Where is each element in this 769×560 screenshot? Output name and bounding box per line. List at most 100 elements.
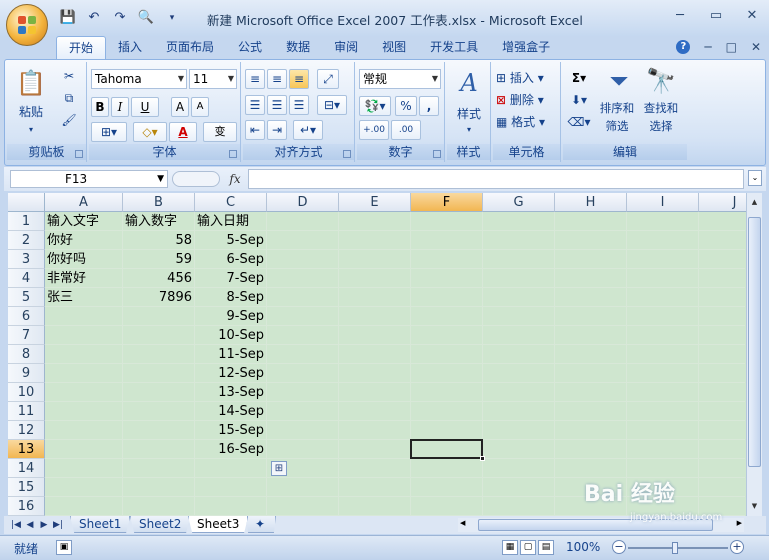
bold-button[interactable]: B	[91, 97, 109, 117]
clipboard-launcher-icon[interactable]	[75, 150, 83, 158]
sort-filter-icon[interactable]: ⏷	[601, 64, 637, 98]
tab-developer[interactable]: 开发工具	[418, 36, 490, 60]
row-header-10[interactable]: 10	[8, 383, 45, 402]
decrease-decimal-button[interactable]: .00	[391, 120, 421, 140]
paste-icon[interactable]: 📋	[13, 66, 49, 100]
tab-data[interactable]: 数据	[274, 36, 322, 60]
font-size-combo[interactable]: 11 ▼	[189, 69, 237, 89]
maximize-button[interactable]: ▭	[709, 8, 723, 23]
insert-sheet-icon[interactable]: ✦	[246, 516, 276, 533]
font-name-combo[interactable]: Tahoma ▼	[91, 69, 187, 89]
column-header-g[interactable]: G	[483, 193, 555, 212]
autosum-icon[interactable]: Σ▾	[565, 68, 593, 88]
next-sheet-icon[interactable]: ▶	[38, 518, 50, 532]
styles-icon[interactable]: A	[451, 66, 487, 100]
select-all-corner[interactable]	[8, 193, 45, 212]
cell-a3[interactable]: 你好吗	[45, 250, 123, 269]
cell-c11[interactable]: 14-Sep	[195, 402, 267, 421]
tab-insert[interactable]: 插入	[106, 36, 154, 60]
active-cell-selection[interactable]	[410, 439, 485, 461]
cell-c6[interactable]: 9-Sep	[195, 307, 267, 326]
phonetic-button[interactable]: 变	[203, 122, 237, 142]
cell-c8[interactable]: 11-Sep	[195, 345, 267, 364]
tab-formulas[interactable]: 公式	[226, 36, 274, 60]
cell-c4[interactable]: 7-Sep	[195, 269, 267, 288]
delete-cells-button[interactable]: ⊠ 删除 ▾	[495, 90, 557, 110]
column-header-b[interactable]: B	[123, 193, 195, 212]
cell-a5[interactable]: 张三	[45, 288, 123, 307]
scroll-up-icon[interactable]: ▲	[748, 195, 761, 210]
cell-c2[interactable]: 5-Sep	[195, 231, 267, 250]
cell-a2[interactable]: 你好	[45, 231, 123, 250]
grow-font-button[interactable]: A	[171, 97, 189, 117]
cell-c10[interactable]: 13-Sep	[195, 383, 267, 402]
borders-icon[interactable]: ⊞▾	[91, 122, 127, 142]
worksheet-grid[interactable]: A B C D E F G H I J 1 2 3 4 5 6 7 8 9 10 11 12 13 14 15 16 输入文字 输入数…	[8, 193, 746, 516]
fill-icon[interactable]: ⬇▾	[565, 90, 593, 110]
tab-home[interactable]: 开始	[56, 36, 107, 60]
office-button[interactable]	[6, 4, 48, 46]
cell-a4[interactable]: 非常好	[45, 269, 123, 288]
vertical-scroll-thumb[interactable]	[748, 217, 761, 467]
sheet-tab-1[interactable]: Sheet1	[70, 516, 131, 533]
zoom-knob[interactable]	[672, 542, 678, 554]
page-break-view-icon[interactable]: ▤	[538, 540, 554, 555]
cell-c9[interactable]: 12-Sep	[195, 364, 267, 383]
accounting-format-icon[interactable]: 💱▾	[359, 96, 391, 116]
column-header-d[interactable]: D	[267, 193, 339, 212]
find-select-label-2[interactable]: 选择	[639, 116, 683, 136]
vertical-scrollbar[interactable]: ▲ ▼	[746, 193, 762, 516]
save-icon[interactable]: 💾	[58, 9, 78, 27]
alignment-launcher-icon[interactable]	[343, 150, 351, 158]
tab-enhance-box[interactable]: 增强盒子	[490, 36, 562, 60]
cell-b3[interactable]: 59	[123, 250, 195, 269]
clear-icon[interactable]: ⌫▾	[565, 112, 593, 132]
formula-input[interactable]	[248, 169, 744, 189]
wrap-text-icon[interactable]: ↵▾	[293, 120, 323, 140]
row-header-14[interactable]: 14	[8, 459, 45, 478]
minimize-button[interactable]: ─	[673, 8, 687, 23]
last-sheet-icon[interactable]: ▶|	[52, 518, 64, 532]
expand-formula-bar-icon[interactable]: ⌄	[748, 170, 762, 186]
scroll-left-icon[interactable]: ◀	[460, 519, 465, 527]
number-format-combo[interactable]: 常规 ▼	[359, 69, 441, 89]
sort-filter-button[interactable]: 排序和	[597, 98, 637, 118]
align-right-icon[interactable]: ☰	[289, 95, 309, 115]
cut-icon[interactable]: ✂	[59, 66, 79, 86]
increase-indent-icon[interactable]: ⇥	[267, 120, 287, 140]
cell-b4[interactable]: 456	[123, 269, 195, 288]
column-header-i[interactable]: I	[627, 193, 699, 212]
ribbon-restore-button[interactable]: □	[726, 40, 737, 54]
row-header-4[interactable]: 4	[8, 269, 45, 288]
column-header-a[interactable]: A	[45, 193, 123, 212]
name-box[interactable]: F13 ▼	[10, 170, 168, 188]
cell-c12[interactable]: 15-Sep	[195, 421, 267, 440]
column-header-e[interactable]: E	[339, 193, 411, 212]
formula-bar-resizer[interactable]	[172, 171, 220, 187]
column-header-h[interactable]: H	[555, 193, 627, 212]
redo-icon[interactable]: ↷	[110, 9, 130, 27]
preview-icon[interactable]: 🔍	[136, 9, 156, 27]
cell-c13[interactable]: 16-Sep	[195, 440, 267, 459]
column-header-f[interactable]: F	[411, 193, 483, 212]
row-header-11[interactable]: 11	[8, 402, 45, 421]
align-top-icon[interactable]: ≡	[245, 69, 265, 89]
cell-a1[interactable]: 输入文字	[45, 212, 123, 231]
align-center-icon[interactable]: ☰	[267, 95, 287, 115]
page-layout-view-icon[interactable]: ▢	[520, 540, 536, 555]
customize-qat-icon[interactable]: ▾	[162, 9, 182, 27]
sheet-tab-2[interactable]: Sheet2	[130, 516, 191, 533]
row-header-3[interactable]: 3	[8, 250, 45, 269]
cell-c3[interactable]: 6-Sep	[195, 250, 267, 269]
tab-view[interactable]: 视图	[370, 36, 418, 60]
row-header-7[interactable]: 7	[8, 326, 45, 345]
copy-icon[interactable]: ⧉	[59, 88, 79, 108]
zoom-level[interactable]: 100%	[566, 540, 600, 554]
row-header-12[interactable]: 12	[8, 421, 45, 440]
normal-view-icon[interactable]: ▦	[502, 540, 518, 555]
sheet-tab-3[interactable]: Sheet3	[188, 516, 249, 533]
cell-c7[interactable]: 10-Sep	[195, 326, 267, 345]
zoom-out-button[interactable]: −	[612, 540, 626, 554]
increase-decimal-button[interactable]: +.00	[359, 120, 389, 140]
cell-b5[interactable]: 7896	[123, 288, 195, 307]
